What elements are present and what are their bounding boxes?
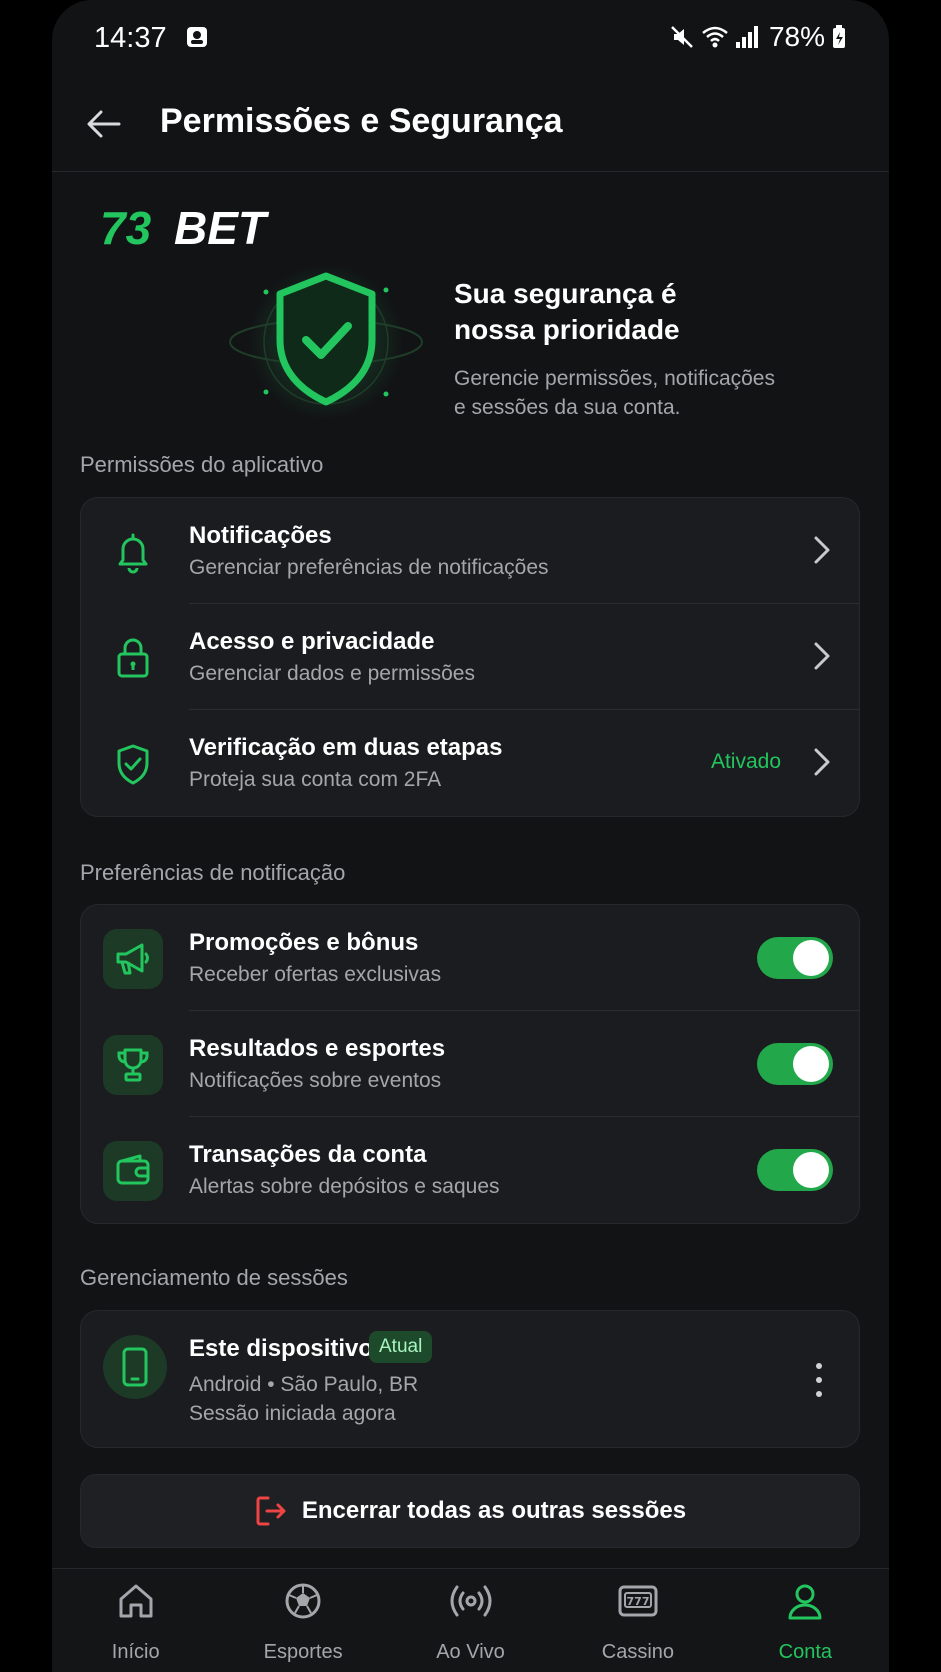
toggle-knob <box>793 940 829 976</box>
toggle-knob <box>793 1046 829 1082</box>
nav-item-sports[interactable]: Esportes <box>219 1569 386 1672</box>
current-session-card: Este dispositivo Atual Android • São Pau… <box>80 1310 860 1448</box>
bottom-nav: Início Esportes Ao Vivo 777 Cassino Cont… <box>52 1568 889 1672</box>
nav-item-live[interactable]: Ao Vivo <box>387 1569 554 1672</box>
pref-row-transactions: Transações da conta Alertas sobre depósi… <box>81 1117 859 1223</box>
toggle-transactions[interactable] <box>757 1149 833 1191</box>
user-icon <box>783 1579 827 1623</box>
nav-label: Conta <box>778 1641 833 1663</box>
row-title: Promoções e bônus <box>189 929 419 956</box>
permission-row-notifications[interactable]: Notificações Gerenciar preferências de n… <box>81 498 859 604</box>
wallet-icon <box>103 1141 163 1201</box>
chevron-right-icon <box>814 642 830 670</box>
session-start-info: Sessão iniciada agora <box>189 1402 396 1425</box>
row-subtitle: Gerenciar dados e permissões <box>189 662 475 685</box>
row-title: Resultados e esportes <box>189 1035 446 1062</box>
row-subtitle: Notificações sobre eventos <box>189 1069 442 1092</box>
nav-label: Início <box>111 1641 160 1663</box>
status-time: 14:37 <box>94 22 167 54</box>
toggle-promotions[interactable] <box>757 937 833 979</box>
brand-logo: 73 BET <box>100 204 270 250</box>
svg-text:777: 777 <box>626 1595 649 1608</box>
mute-icon <box>671 26 693 48</box>
nav-label: Cassino <box>601 1641 675 1663</box>
section-title-notification-prefs: Preferências de notificação <box>80 860 346 885</box>
row-subtitle: Receber ofertas exclusivas <box>189 963 442 986</box>
brand-logo-number: 73 <box>100 204 152 250</box>
row-title: Notificações <box>189 522 332 549</box>
row-subtitle: Proteja sua conta com 2FA <box>189 768 442 791</box>
hero-subtitle-line1: Gerencie permissões, notificações <box>454 367 775 390</box>
current-session-badge: Atual <box>369 1331 433 1363</box>
lock-icon <box>103 628 163 688</box>
permission-row-two-factor[interactable]: Verificação em duas etapas Proteja sua c… <box>81 710 859 816</box>
phone-screen: 14:37 78% Permissões e Segurança 73 BET … <box>52 0 889 1672</box>
row-subtitle: Alertas sobre depósitos e saques <box>189 1175 500 1198</box>
battery-icon <box>833 25 845 48</box>
app-bar: Permissões e Segurança <box>52 76 889 172</box>
section-title-app-permissions: Permissões do aplicativo <box>80 452 324 477</box>
nav-label: Esportes <box>263 1641 343 1663</box>
bell-icon <box>103 522 163 582</box>
wifi-icon <box>702 26 728 48</box>
hero-subtitle-line2: e sessões da sua conta. <box>454 396 681 419</box>
live-broadcast-icon <box>449 1579 493 1623</box>
notification-app-icon <box>187 27 207 47</box>
trophy-icon <box>103 1035 163 1095</box>
pref-row-promotions: Promoções e bônus Receber ofertas exclus… <box>81 905 859 1011</box>
soccer-ball-icon <box>281 1579 325 1623</box>
shield-check-icon <box>229 264 423 420</box>
arrow-left-icon <box>87 110 121 138</box>
page-title: Permissões e Segurança <box>160 102 563 140</box>
row-subtitle: Gerenciar preferências de notificações <box>189 556 549 579</box>
row-title: Acesso e privacidade <box>189 628 435 655</box>
hero-title: Sua segurança é nossa prioridade <box>454 276 814 348</box>
session-device-title: Este dispositivo <box>189 1335 374 1362</box>
end-other-sessions-label: Encerrar todas as outras sessões <box>301 1497 687 1524</box>
section-title-sessions: Gerenciamento de sessões <box>80 1265 348 1290</box>
hero-title-line2: nossa prioridade <box>454 314 680 345</box>
smartphone-icon <box>103 1335 167 1399</box>
chevron-right-icon <box>814 748 830 776</box>
toggle-knob <box>793 1152 829 1188</box>
nav-label: Ao Vivo <box>436 1641 505 1663</box>
end-other-sessions-button[interactable]: Encerrar todas as outras sessões <box>80 1474 860 1548</box>
home-icon <box>114 1579 158 1623</box>
signal-icon <box>735 26 758 48</box>
nav-item-casino[interactable]: 777 Cassino <box>554 1569 721 1672</box>
slot-machine-icon: 777 <box>616 1579 660 1623</box>
hero-title-line1: Sua segurança é <box>454 278 677 309</box>
megaphone-icon <box>103 929 163 989</box>
chevron-right-icon <box>814 536 830 564</box>
hero-subtitle: Gerencie permissões, notificações e sess… <box>454 364 814 422</box>
row-title: Transações da conta <box>189 1141 427 1168</box>
nav-item-home[interactable]: Início <box>52 1569 219 1672</box>
back-button[interactable] <box>80 100 128 148</box>
status-bar: 14:37 78% <box>52 0 889 76</box>
brand-logo-word: BET <box>174 204 270 250</box>
shield-check-icon <box>103 734 163 794</box>
pref-row-results: Resultados e esportes Notificações sobre… <box>81 1011 859 1117</box>
row-title: Verificação em duas etapas <box>189 734 503 761</box>
app-permissions-card: Notificações Gerenciar preferências de n… <box>80 497 860 817</box>
status-badge-enabled: Ativado <box>710 750 781 773</box>
nav-item-account[interactable]: Conta <box>722 1569 889 1672</box>
session-device-info: Android • São Paulo, BR <box>189 1373 419 1396</box>
notification-prefs-card: Promoções e bônus Receber ofertas exclus… <box>80 904 860 1224</box>
status-icons: 78% <box>669 20 847 54</box>
more-options-button[interactable] <box>807 1363 831 1397</box>
toggle-results[interactable] <box>757 1043 833 1085</box>
battery-percent: 78% <box>768 21 825 52</box>
logout-icon <box>256 1496 286 1526</box>
permission-row-access-privacy[interactable]: Acesso e privacidade Gerenciar dados e p… <box>81 604 859 710</box>
